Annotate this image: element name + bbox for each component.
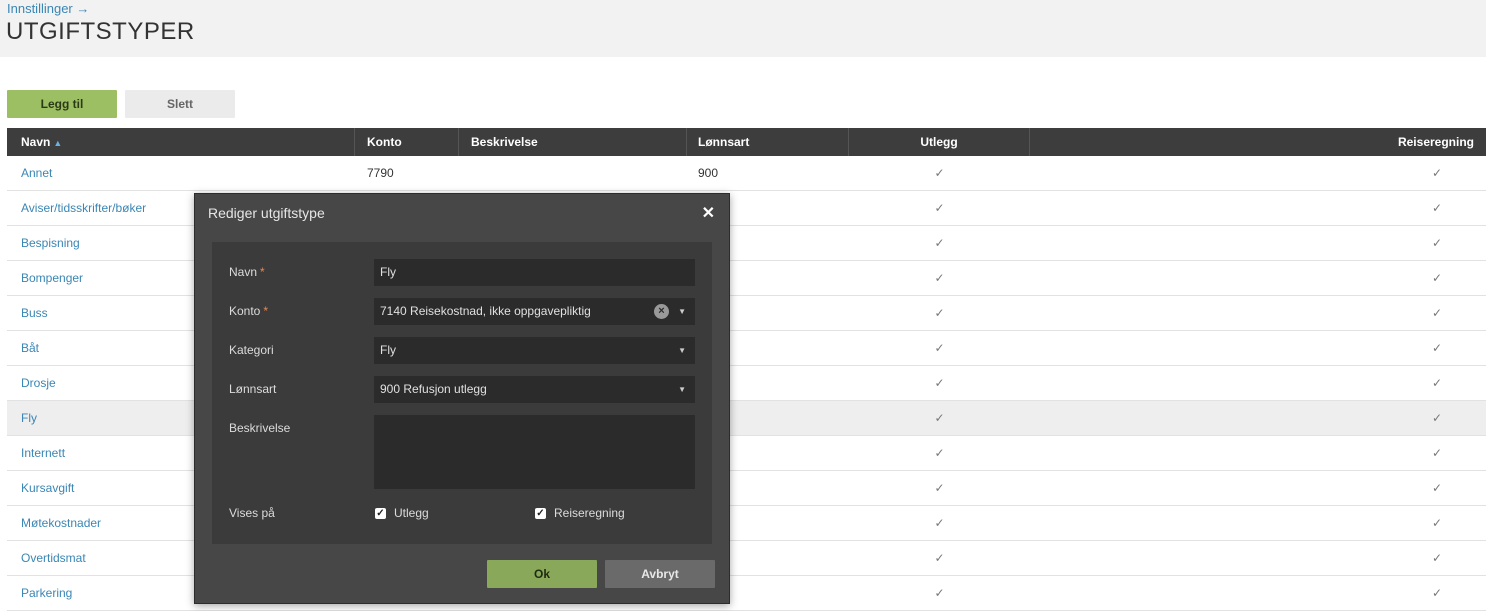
row-reiseregning-check-icon: ✓ (1431, 166, 1443, 180)
row-reiseregning-check-icon: ✓ (1431, 481, 1443, 495)
row-reiseregning-check-icon: ✓ (1431, 551, 1443, 565)
row-utlegg-check-icon: ✓ (934, 586, 945, 600)
required-marker: * (263, 304, 269, 318)
beskrivelse-textarea[interactable] (374, 415, 695, 489)
row-reiseregning-check-icon: ✓ (1431, 306, 1443, 320)
chevron-down-icon: ▼ (678, 346, 686, 355)
ok-button[interactable]: Ok (487, 560, 597, 588)
edit-expense-type-dialog: Rediger utgiftstype ✕ Navn * Fly Konto * 7… (194, 193, 730, 604)
reiseregning-checkbox-label[interactable]: Reiseregning (554, 506, 625, 520)
lonnsart-select[interactable]: 900 Refusjon utlegg ▼ (374, 376, 695, 403)
column-header-navn[interactable]: Navn ▲ (7, 128, 355, 156)
kategori-select[interactable]: Fly ▼ (374, 337, 695, 364)
close-icon[interactable]: ✕ (702, 203, 715, 223)
column-header-reiseregning[interactable]: Reiseregning (1030, 128, 1486, 156)
chevron-down-icon: ▼ (678, 385, 686, 394)
delete-button[interactable]: Slett (125, 90, 235, 118)
column-header-beskrivelse[interactable]: Beskrivelse (459, 128, 687, 156)
column-header-lonnsart[interactable]: Lønnsart (687, 128, 849, 156)
dialog-title: Rediger utgiftstype (208, 205, 325, 221)
row-utlegg-check-icon: ✓ (934, 446, 945, 460)
row-utlegg-check-icon: ✓ (934, 341, 945, 355)
column-header-konto[interactable]: Konto (355, 128, 459, 156)
row-reiseregning-check-icon: ✓ (1431, 411, 1443, 425)
kategori-select-value: Fly (380, 343, 396, 357)
utlegg-checkbox[interactable]: ✓ (375, 508, 386, 519)
add-button[interactable]: Legg til (7, 90, 117, 118)
lonnsart-label: Lønnsart (229, 382, 277, 396)
grid-header: Navn ▲ Konto Beskrivelse Lønnsart Utlegg … (7, 128, 1486, 156)
utlegg-checkbox-label[interactable]: Utlegg (394, 506, 429, 520)
page-title: UTGIFTSTYPER (6, 18, 195, 45)
row-lonnsart: 900 (698, 166, 719, 180)
row-reiseregning-check-icon: ✓ (1431, 446, 1443, 460)
row-utlegg-check-icon: ✓ (934, 411, 945, 425)
row-reiseregning-check-icon: ✓ (1431, 201, 1443, 215)
konto-label: Konto * (229, 304, 268, 318)
row-utlegg-check-icon: ✓ (934, 516, 945, 530)
checkmark-icon: ✓ (376, 508, 385, 519)
row-utlegg-check-icon: ✓ (934, 551, 945, 565)
row-utlegg-check-icon: ✓ (934, 236, 945, 250)
required-marker: * (260, 265, 265, 279)
column-header-utlegg[interactable]: Utlegg (849, 128, 1030, 156)
checkmark-icon: ✓ (536, 508, 545, 519)
table-row[interactable]: Annet 7790 900 ✓ ✓ (7, 156, 1486, 191)
konto-select-value: 7140 Reisekostnad, ikke oppgavepliktig (380, 304, 591, 318)
row-reiseregning-check-icon: ✓ (1431, 586, 1443, 600)
kategori-label: Kategori (229, 343, 274, 357)
cancel-button[interactable]: Avbryt (605, 560, 715, 588)
reiseregning-checkbox[interactable]: ✓ (535, 508, 546, 519)
lonnsart-select-value: 900 Refusjon utlegg (380, 382, 487, 396)
row-reiseregning-check-icon: ✓ (1431, 271, 1443, 285)
beskrivelse-label: Beskrivelse (229, 421, 291, 435)
row-reiseregning-check-icon: ✓ (1431, 516, 1443, 530)
page-header: Innstillinger → UTGIFTSTYPER (0, 0, 1486, 57)
vises-pa-label: Vises på (229, 506, 275, 520)
navn-label-text: Navn (229, 265, 258, 279)
navn-input[interactable]: Fly (374, 259, 695, 286)
column-header-navn-label: Navn (21, 135, 51, 149)
row-utlegg-check-icon: ✓ (934, 376, 945, 390)
row-utlegg-check-icon: ✓ (934, 271, 945, 285)
row-utlegg-check-icon: ✓ (934, 166, 945, 180)
row-name-link[interactable]: Annet (21, 156, 351, 190)
clear-icon[interactable]: × (654, 304, 669, 319)
row-utlegg-check-icon: ✓ (934, 481, 945, 495)
sort-asc-icon: ▲ (53, 138, 63, 148)
dialog-form: Navn * Fly Konto * 7140 Reisekostnad, ikke… (212, 242, 712, 544)
row-utlegg-check-icon: ✓ (934, 201, 945, 215)
konto-label-text: Konto (229, 304, 261, 318)
row-reiseregning-check-icon: ✓ (1431, 341, 1443, 355)
row-utlegg-check-icon: ✓ (934, 306, 945, 320)
row-beskrivelse (471, 156, 681, 190)
row-reiseregning-check-icon: ✓ (1431, 236, 1443, 250)
konto-select[interactable]: 7140 Reisekostnad, ikke oppgavepliktig ×… (374, 298, 695, 325)
row-konto: 7790 (367, 166, 394, 180)
navn-label: Navn * (229, 265, 265, 279)
row-reiseregning-check-icon: ✓ (1431, 376, 1443, 390)
chevron-down-icon: ▼ (678, 307, 686, 316)
breadcrumb-settings-link[interactable]: Innstillinger → (7, 1, 89, 16)
